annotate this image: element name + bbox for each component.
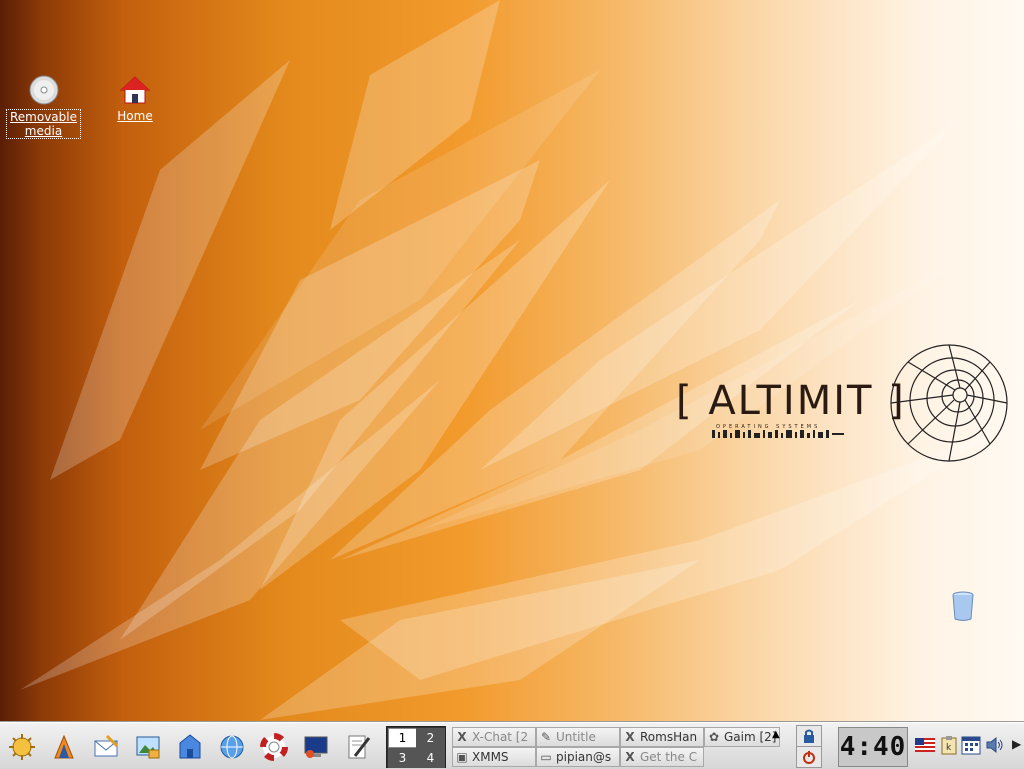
pager-desktop-3[interactable]: 3 (388, 748, 417, 768)
konqueror-icon (54, 734, 74, 759)
removable-media-label: Removable media (6, 109, 81, 139)
calendar-tray[interactable] (960, 733, 982, 757)
editor-icon: ✎ (540, 730, 552, 744)
task-scroll-up-icon[interactable]: ▲ (772, 729, 780, 740)
barcode-decoration-icon (712, 430, 844, 438)
gaim-icon: ✿ (708, 730, 720, 744)
panel-hide-arrow-icon[interactable]: ▶ (1012, 737, 1022, 755)
web-browser-launcher[interactable] (214, 729, 250, 765)
image-viewer-launcher[interactable] (130, 729, 166, 765)
kmenu-button[interactable] (4, 729, 40, 765)
konqueror-launcher[interactable] (46, 729, 82, 765)
xmms-icon: ▣ (456, 750, 468, 764)
task-gaim[interactable]: ✿ Gaim [2] (704, 727, 780, 747)
kmenu-icon (9, 734, 35, 760)
globe-icon (220, 735, 244, 759)
home-label: Home (117, 109, 153, 123)
us-flag-icon (915, 738, 935, 752)
help-launcher[interactable] (256, 729, 292, 765)
speaker-icon (986, 736, 1003, 754)
keyboard-layout-tray[interactable] (914, 733, 936, 757)
clipboard-icon: k (941, 736, 957, 755)
task-romshan[interactable]: X RomsHan (620, 727, 704, 747)
home-icon (119, 76, 151, 104)
trash-icon (952, 591, 974, 621)
task-xmms[interactable]: ▣ XMMS (452, 747, 536, 767)
kmail-launcher[interactable] (88, 729, 124, 765)
klipper-tray[interactable]: k (938, 733, 960, 757)
lock-icon (804, 729, 814, 743)
task-xchat[interactable]: X X-Chat [2 (452, 727, 536, 747)
terminal-icon (304, 736, 328, 758)
pager-desktop-4[interactable]: 4 (416, 748, 445, 768)
xchat-icon: X (457, 730, 467, 744)
terminal-launcher[interactable] (298, 729, 334, 765)
kicker-panel: 1 2 3 4 X X-Chat [2 ✎ Untitle X RomsHan ✿ Ga… (0, 722, 1024, 769)
terminal-window-icon: ▭ (540, 750, 552, 764)
text-editor-launcher[interactable] (340, 729, 376, 765)
volume-tray[interactable] (984, 733, 1006, 757)
desktop-pager: 1 2 3 4 (386, 726, 446, 768)
x-window-icon: X (625, 750, 635, 764)
pager-desktop-1[interactable]: 1 (388, 728, 417, 748)
home-desktop-icon[interactable]: Home (106, 74, 164, 123)
home-folder-icon (179, 734, 201, 759)
kmail-icon (94, 734, 119, 757)
trash-desktop-icon[interactable] (948, 590, 978, 625)
lock-screen-button[interactable] (796, 725, 822, 747)
altimit-wallpaper-logo: [ ALTIMIT ] OPERATING SYSTEMS (676, 342, 1016, 467)
calendar-icon (961, 736, 981, 755)
pager-desktop-2[interactable]: 2 (416, 728, 445, 748)
home-folder-launcher[interactable] (172, 729, 208, 765)
cdrom-icon (29, 75, 58, 105)
logout-button[interactable] (796, 746, 822, 768)
svg-text:k: k (946, 743, 952, 753)
text-editor-icon (348, 735, 371, 759)
spiral-emblem-icon (890, 344, 1008, 462)
image-viewer-icon (136, 736, 160, 759)
taskbar: X X-Chat [2 ✎ Untitle X RomsHan ✿ Gaim [2] ▲… (450, 725, 790, 767)
removable-media-desktop-icon[interactable]: Removable media (6, 74, 81, 139)
task-get-the[interactable]: X Get the C (620, 747, 704, 767)
x-window-icon: X (625, 730, 635, 744)
power-icon (803, 751, 815, 764)
help-lifebuoy-icon (260, 733, 288, 761)
task-untitled[interactable]: ✎ Untitle (536, 727, 620, 747)
altimit-wordmark: [ ALTIMIT ] (676, 378, 906, 424)
desktop[interactable]: Removable media Home [ ALTIMIT ] OPERATI… (0, 0, 1024, 722)
task-terminal[interactable]: ▭ pipian@s (536, 747, 620, 767)
session-buttons (796, 725, 822, 768)
digital-clock[interactable]: 4:40 (838, 727, 908, 767)
